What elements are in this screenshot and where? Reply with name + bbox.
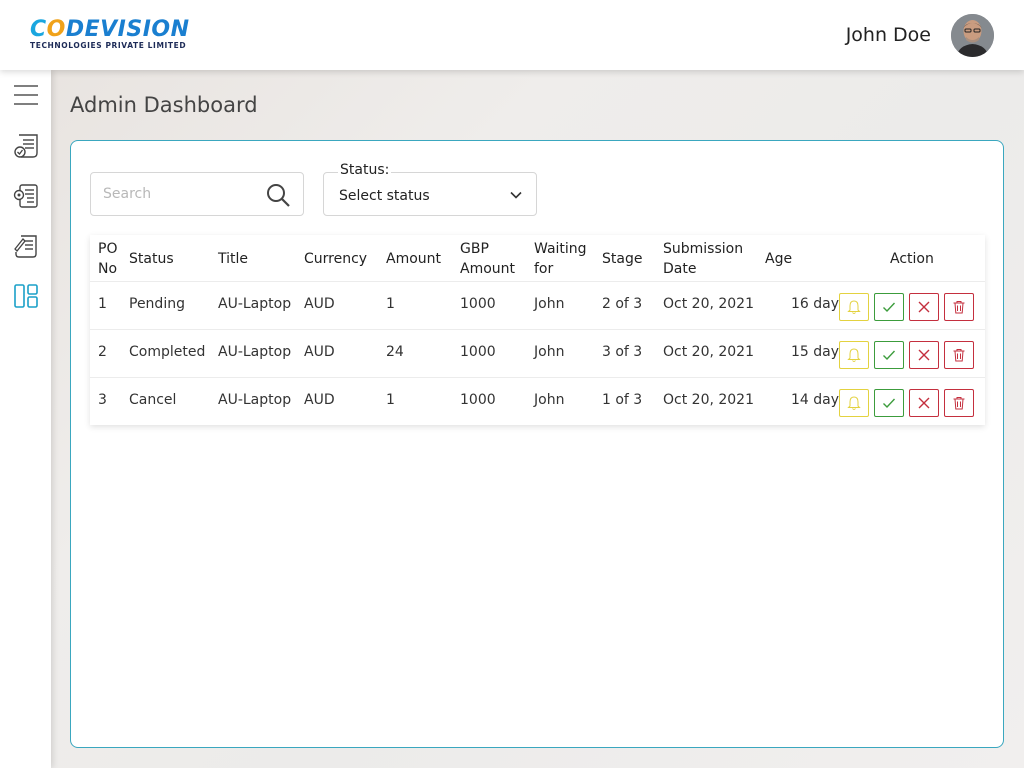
trash-icon (953, 349, 965, 362)
cell-po-no: 1 (98, 296, 107, 312)
sidebar-menu-toggle[interactable] (11, 80, 41, 110)
bell-icon (847, 396, 861, 410)
top-header: CODEVISION TECHNOLOGIES PRIVATE LIMITED … (0, 0, 1024, 70)
cell-waiting-for: John (534, 296, 565, 312)
cell-submission-date: Oct 20, 2021 (663, 344, 754, 360)
cell-amount: 24 (386, 344, 404, 360)
po-table: PO No Status Title Currency Amount GBP Amo… (90, 235, 985, 425)
column-header-stage[interactable]: Stage (602, 249, 642, 269)
avatar[interactable] (951, 14, 994, 57)
check-icon (883, 302, 896, 313)
column-header-title[interactable]: Title (218, 249, 248, 269)
reject-button[interactable] (909, 341, 939, 369)
cell-stage: 3 of 3 (602, 344, 643, 360)
chevron-down-icon (510, 191, 522, 199)
dashboard-layout-icon (14, 284, 38, 308)
cell-currency: AUD (304, 392, 335, 408)
column-header-amount[interactable]: Amount (386, 249, 441, 269)
bell-icon (847, 300, 861, 314)
checklist-document-icon (14, 134, 38, 158)
sidebar-item-dashboard[interactable] (11, 281, 41, 311)
dashboard-card: Status: Select status PONo Status Title … (70, 140, 1004, 748)
page-title: Admin Dashboard (70, 93, 258, 117)
status-selected-value: Select status (339, 188, 430, 204)
table-row[interactable]: 3 Cancel AU-Laptop AUD 1 1000 John 1 of … (90, 377, 985, 425)
cell-po-no: 3 (98, 392, 107, 408)
hamburger-menu-icon (14, 85, 38, 105)
delete-button[interactable] (944, 293, 974, 321)
cell-gbp-amount: 1000 (460, 296, 496, 312)
cell-amount: 1 (386, 392, 395, 408)
cell-gbp-amount: 1000 (460, 392, 496, 408)
column-header-po-no[interactable]: PO No (98, 239, 117, 279)
bell-icon (847, 348, 861, 362)
logo-wordmark: CODEVISION (30, 17, 190, 42)
cell-title: AU-Laptop (218, 344, 292, 360)
cell-status: Pending (129, 296, 185, 312)
approve-button[interactable] (874, 293, 904, 321)
reject-button[interactable] (909, 389, 939, 417)
edit-document-icon (14, 235, 37, 258)
check-icon (883, 398, 896, 409)
column-header-submission-date[interactable]: Submission Date (663, 239, 743, 279)
approve-button[interactable] (874, 389, 904, 417)
notify-button[interactable] (839, 389, 869, 417)
sidebar-item-approvals[interactable] (11, 131, 41, 161)
column-header-status[interactable]: Status (129, 249, 174, 269)
cell-submission-date: Oct 20, 2021 (663, 296, 754, 312)
cell-amount: 1 (386, 296, 395, 312)
cell-stage: 1 of 3 (602, 392, 643, 408)
cell-title: AU-Laptop (218, 392, 292, 408)
cell-currency: AUD (304, 344, 335, 360)
settings-document-icon (13, 184, 38, 208)
search-icon[interactable] (265, 182, 291, 208)
cell-gbp-amount: 1000 (460, 344, 496, 360)
trash-icon (953, 301, 965, 314)
cell-po-no: 2 (98, 344, 107, 360)
column-header-age[interactable]: Age (765, 249, 792, 269)
column-header-currency[interactable]: Currency (304, 249, 367, 269)
status-label: Status: (338, 162, 392, 178)
sidebar (0, 70, 51, 768)
cell-title: AU-Laptop (218, 296, 292, 312)
reject-button[interactable] (909, 293, 939, 321)
search-input[interactable] (103, 183, 253, 205)
cell-waiting-for: John (534, 344, 565, 360)
table-header: PO No Status Title Currency Amount GBP Amo… (90, 235, 985, 281)
cell-waiting-for: John (534, 392, 565, 408)
avatar-image-icon (951, 14, 994, 57)
company-logo[interactable]: CODEVISION TECHNOLOGIES PRIVATE LIMITED (30, 18, 190, 54)
close-icon (918, 397, 930, 409)
column-header-gbp-amount[interactable]: GBP Amount (460, 239, 515, 279)
close-icon (918, 349, 930, 361)
user-name[interactable]: John Doe (846, 24, 931, 46)
approve-button[interactable] (874, 341, 904, 369)
table-row[interactable]: 1 Pending AU-Laptop AUD 1 1000 John 2 of… (90, 281, 985, 329)
delete-button[interactable] (944, 389, 974, 417)
cell-currency: AUD (304, 296, 335, 312)
close-icon (918, 301, 930, 313)
logo-subtitle: TECHNOLOGIES PRIVATE LIMITED (30, 41, 187, 50)
column-header-waiting-for[interactable]: Waiting for (534, 239, 587, 279)
cell-status: Cancel (129, 392, 177, 408)
notify-button[interactable] (839, 293, 869, 321)
column-header-action: Action (890, 251, 934, 267)
cell-submission-date: Oct 20, 2021 (663, 392, 754, 408)
sidebar-item-orders[interactable] (11, 231, 41, 261)
check-icon (883, 350, 896, 361)
cell-stage: 2 of 3 (602, 296, 643, 312)
table-row[interactable]: 2 Completed AU-Laptop AUD 24 1000 John 3… (90, 329, 985, 377)
search-box (90, 172, 304, 216)
trash-icon (953, 397, 965, 410)
delete-button[interactable] (944, 341, 974, 369)
cell-status: Completed (129, 344, 206, 360)
status-dropdown[interactable]: Status: Select status (323, 162, 537, 216)
notify-button[interactable] (839, 341, 869, 369)
sidebar-item-requests[interactable] (11, 181, 41, 211)
